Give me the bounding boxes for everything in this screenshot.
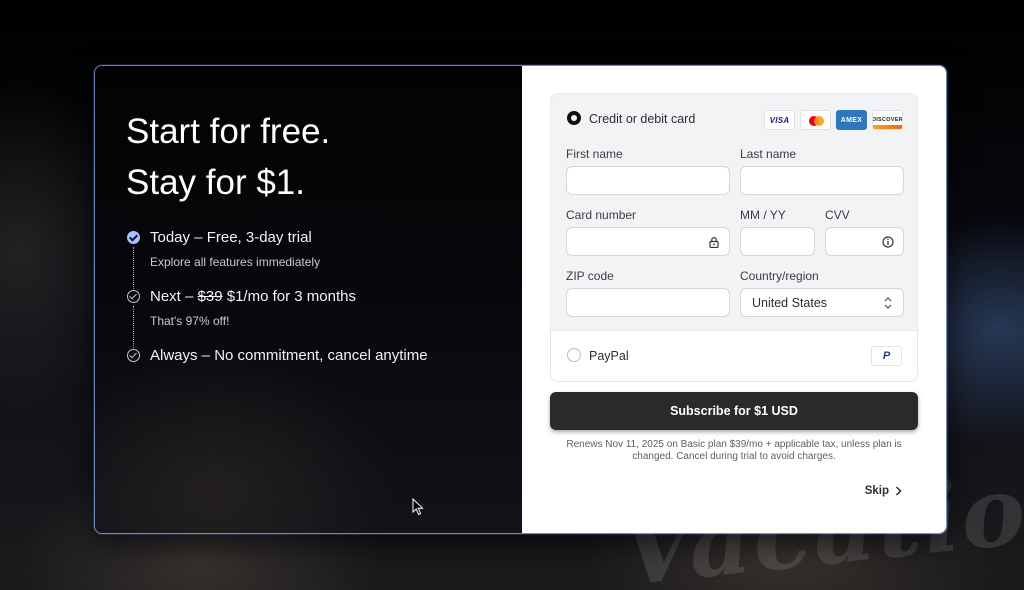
card-brands: VISA AMEX DISCOVER [764,110,903,130]
card-method-label[interactable]: Credit or debit card [589,112,695,126]
step-title-text: Today – Free, 3-day trial [150,229,312,246]
timeline-step-today: Today – Free, 3-day trial Explore all fe… [127,228,507,291]
visa-logo-icon: VISA [764,110,795,130]
amex-logo-icon: AMEX [836,110,867,130]
last-name-field[interactable] [740,166,904,195]
offer-panel: Start for free. Stay for $1. Today – Fre… [95,66,522,533]
paypal-method-label[interactable]: PayPal [589,349,629,363]
country-select-value: United States [752,296,828,310]
country-select[interactable]: United States [740,288,904,317]
timeline-connector [133,247,134,291]
paypal-logo-icon: P [871,346,902,366]
headline-line-1: Start for free. [126,112,331,151]
country-label: Country/region [740,269,819,283]
timeline-step-always: Always – No commitment, cancel anytime [127,346,507,366]
lock-icon [709,237,719,248]
step-title-text: Always – No commitment, cancel anytime [150,347,428,364]
paypal-method-radio[interactable] [567,348,581,362]
payment-methods: Credit or debit card VISA AMEX DISCOVER … [550,93,918,382]
step-title: Today – Free, 3-day trial [150,228,507,248]
discover-logo-icon: DISCOVER [872,110,903,130]
paypal-payment-section[interactable]: PayPal P [551,331,917,381]
last-name-label: Last name [740,147,797,161]
timeline-step-next: Next – $39 $1/mo for 3 months That's 97%… [127,287,507,350]
expiry-label: MM / YY [740,208,786,222]
first-name-field[interactable] [566,166,730,195]
zip-field[interactable] [566,288,730,317]
subscription-dialog: Start for free. Stay for $1. Today – Fre… [94,65,947,534]
original-price: $39 [197,288,223,305]
mastercard-logo-icon [800,110,831,130]
zip-label: ZIP code [566,269,614,283]
trial-timeline: Today – Free, 3-day trial Explore all fe… [127,228,507,366]
cvv-label: CVV [825,208,850,222]
cvv-field[interactable] [825,227,904,256]
step-title: Always – No commitment, cancel anytime [150,346,507,366]
payment-panel: Credit or debit card VISA AMEX DISCOVER … [522,66,946,533]
check-circle-outline-icon [127,290,140,303]
card-number-field[interactable] [566,227,730,256]
headline-line-2: Stay for $1. [126,163,305,202]
skip-label: Skip [864,485,889,497]
skip-button[interactable]: Skip [865,485,902,497]
discount-price: $1/mo for 3 months [222,288,356,305]
expiry-field[interactable] [740,227,815,256]
check-circle-filled-icon [127,231,140,244]
step-subtitle: Explore all features immediately [150,255,321,269]
first-name-label: First name [566,147,623,161]
step-title-text: Next – [150,288,198,305]
card-method-radio[interactable] [567,111,581,125]
subscribe-button[interactable]: Subscribe for $1 USD [550,392,918,430]
card-number-label: Card number [566,208,637,222]
renewal-terms: Renews Nov 11, 2025 on Basic plan $39/mo… [566,439,902,462]
step-subtitle: That's 97% off! [150,314,230,328]
check-circle-outline-icon [127,349,140,362]
card-payment-section: Credit or debit card VISA AMEX DISCOVER … [551,94,917,331]
timeline-connector [133,306,134,350]
info-icon[interactable] [882,236,894,248]
offer-headline: Start for free. Stay for $1. [126,106,330,208]
chevron-right-icon [895,486,902,496]
chevron-up-down-icon [884,297,892,309]
step-title: Next – $39 $1/mo for 3 months [150,287,507,307]
mouse-cursor-icon [412,498,424,516]
